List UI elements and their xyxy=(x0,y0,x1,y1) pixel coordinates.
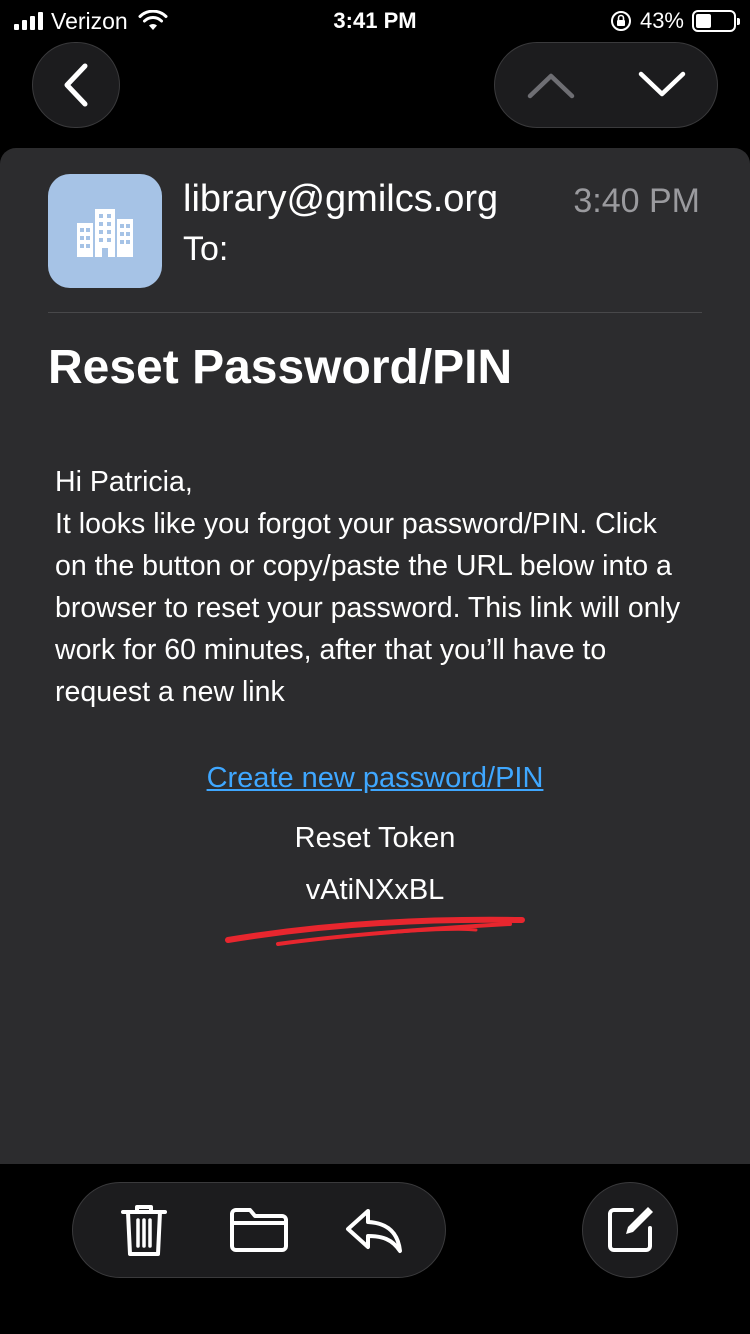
battery-fill xyxy=(696,14,712,28)
body-text: It looks like you forgot your password/P… xyxy=(55,508,681,708)
email-subject: Reset Password/PIN xyxy=(48,341,513,394)
status-right: 43% xyxy=(610,7,740,35)
chevron-up-icon xyxy=(527,73,574,99)
email-body: Hi Patricia, It looks like you forgot yo… xyxy=(55,461,695,713)
red-scribble-mark xyxy=(225,916,525,946)
compose-button[interactable] xyxy=(582,1182,678,1278)
message-navigation xyxy=(494,42,718,128)
move-to-folder-button[interactable] xyxy=(214,1190,304,1270)
status-bar: Verizon 3:41 PM 43% xyxy=(0,0,750,40)
reset-token-value: vAtiNXxBL xyxy=(305,874,445,906)
next-message-button[interactable] xyxy=(617,45,707,125)
header-divider xyxy=(48,312,702,313)
orientation-lock-icon xyxy=(610,11,631,31)
trash-icon xyxy=(121,1205,168,1256)
recipient-line[interactable]: To: xyxy=(183,230,228,269)
reset-token-row: vAtiNXxBL xyxy=(0,874,750,912)
sender-avatar[interactable] xyxy=(48,174,162,288)
create-password-link[interactable]: Create new password/PIN xyxy=(0,762,750,795)
reply-button[interactable] xyxy=(329,1190,419,1270)
compose-icon xyxy=(608,1207,653,1252)
chevron-down-icon xyxy=(638,71,685,97)
bottom-toolbar xyxy=(0,1164,750,1334)
previous-message-button[interactable] xyxy=(506,45,596,125)
building-icon xyxy=(77,209,133,257)
trash-button[interactable] xyxy=(99,1190,189,1270)
email-time: 3:40 PM xyxy=(573,182,700,220)
back-button[interactable] xyxy=(32,42,120,128)
message-actions xyxy=(72,1182,446,1278)
chevron-left-icon xyxy=(64,63,88,107)
greeting: Hi Patricia, xyxy=(55,466,193,498)
folder-icon xyxy=(229,1208,288,1252)
sender-address[interactable]: library@gmilcs.org xyxy=(183,178,533,221)
reply-icon xyxy=(345,1209,402,1253)
battery-percent: 43% xyxy=(639,8,684,33)
email-card: library@gmilcs.org To: 3:40 PM Reset Pas… xyxy=(0,148,750,1164)
battery-icon xyxy=(692,10,740,32)
reset-token-label: Reset Token xyxy=(294,822,456,854)
